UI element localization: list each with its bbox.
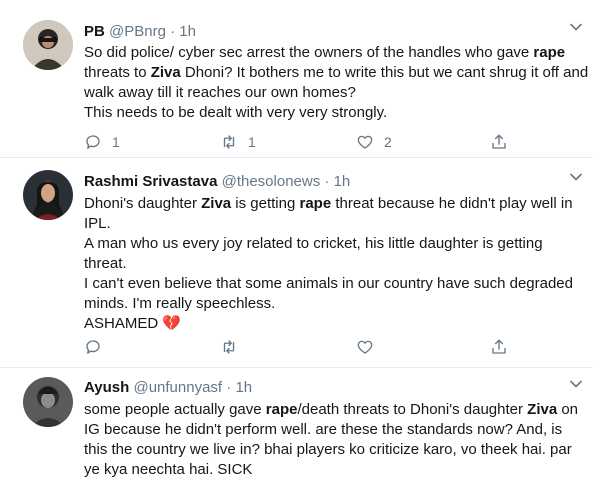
tweet-text: some people actually gave rape/death thr… <box>84 400 589 480</box>
chevron-down-icon[interactable] <box>569 20 583 34</box>
chevron-down-icon[interactable] <box>569 377 583 391</box>
user-handle[interactable]: @PBnrg <box>109 23 166 40</box>
timestamp[interactable]: 1h <box>334 173 351 190</box>
tweet-text-run: /death threats to Dhoni's daughter <box>297 401 528 418</box>
display-name[interactable]: PB <box>84 23 105 40</box>
share-icon <box>492 339 506 354</box>
separator-dot: · <box>170 23 176 40</box>
tweet-header: PB @PBnrg · 1h <box>84 22 196 41</box>
highlighted-keyword: Ziva <box>150 64 181 81</box>
tweet-paragraph: This needs to be dealt with very very st… <box>84 103 589 123</box>
highlighted-keyword: rape <box>265 401 298 418</box>
share-button[interactable] <box>490 131 508 153</box>
reply-count: 1 <box>112 134 120 150</box>
timestamp[interactable]: 1h <box>179 23 196 40</box>
tweet[interactable]: Rashmi Srivastava @thesolonews · 1h Dhon… <box>0 158 593 368</box>
reply-icon <box>86 340 100 354</box>
reply-button[interactable] <box>84 336 112 358</box>
highlighted-keyword: Ziva <box>201 195 232 212</box>
separator-dot: · <box>226 379 232 396</box>
retweet-icon <box>223 340 235 354</box>
user-handle[interactable]: @thesolonews <box>222 173 321 190</box>
tweet-header: Ayush @unfunnyasf · 1h <box>84 378 252 397</box>
tweet-paragraph: Dhoni's daughter Ziva is getting rape th… <box>84 194 589 234</box>
retweet-button[interactable]: 1 <box>220 131 256 153</box>
avatar[interactable] <box>23 20 73 70</box>
tweet-text-run: is getting <box>231 195 300 212</box>
user-handle[interactable]: @unfunnyasf <box>133 379 222 396</box>
highlighted-keyword: rape <box>299 195 332 212</box>
display-name[interactable]: Ayush <box>84 379 129 396</box>
chevron-down-icon[interactable] <box>569 170 583 184</box>
share-icon <box>492 134 506 149</box>
tweet-text-run: This needs to be dealt with very very st… <box>84 104 388 121</box>
retweet-count: 1 <box>248 134 256 150</box>
highlighted-keyword: Ziva <box>527 401 558 418</box>
reply-button[interactable]: 1 <box>84 131 120 153</box>
highlighted-keyword: rape <box>533 44 566 61</box>
tweet-paragraph: some people actually gave rape/death thr… <box>84 400 589 480</box>
tweet[interactable]: Ayush @unfunnyasf · 1h some people actua… <box>0 368 593 488</box>
reply-icon <box>86 135 100 149</box>
tweet-text-run: ASHAMED <box>84 315 163 332</box>
tweet[interactable]: PB @PBnrg · 1h So did police/ cyber sec … <box>0 0 593 158</box>
tweet-actions: 1 1 2 <box>84 131 524 153</box>
avatar[interactable] <box>23 377 73 427</box>
broken-heart-emoji: 💔 <box>162 315 182 332</box>
tweet-text-run: So did police/ cyber sec arrest the owne… <box>84 44 534 61</box>
tweet-text: So did police/ cyber sec arrest the owne… <box>84 43 589 123</box>
like-button[interactable] <box>356 336 384 358</box>
tweet-paragraph: So did police/ cyber sec arrest the owne… <box>84 43 589 103</box>
tweet-text: Dhoni's daughter Ziva is getting rape th… <box>84 194 589 334</box>
like-button[interactable]: 2 <box>356 131 392 153</box>
tweet-actions <box>84 336 524 358</box>
tweet-text-run: A man who us every joy related to cricke… <box>84 235 543 272</box>
like-icon <box>357 135 373 149</box>
tweet-text-run: some people actually gave <box>84 401 266 418</box>
tweet-text-run: I can't even believe that some animals i… <box>84 275 573 312</box>
tweet-paragraph: A man who us every joy related to cricke… <box>84 234 589 274</box>
avatar[interactable] <box>23 170 73 220</box>
tweet-paragraph: ASHAMED 💔 <box>84 314 589 334</box>
retweet-icon <box>223 135 235 149</box>
like-icon <box>357 340 373 354</box>
tweet-text-run: Dhoni's daughter <box>84 195 202 212</box>
timestamp[interactable]: 1h <box>235 379 252 396</box>
share-button[interactable] <box>490 336 508 358</box>
retweet-button[interactable] <box>220 336 248 358</box>
like-count: 2 <box>384 134 392 150</box>
display-name[interactable]: Rashmi Srivastava <box>84 173 217 190</box>
tweet-header: Rashmi Srivastava @thesolonews · 1h <box>84 172 350 191</box>
tweet-text-run: threats to <box>84 64 151 81</box>
separator-dot: · <box>324 173 330 190</box>
tweet-paragraph: I can't even believe that some animals i… <box>84 274 589 314</box>
